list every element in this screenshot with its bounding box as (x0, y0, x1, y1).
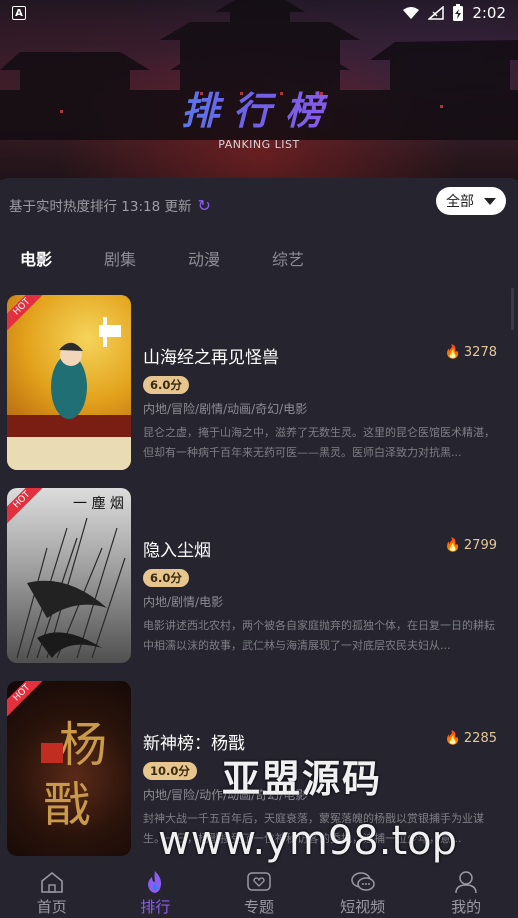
category-filter-dropdown[interactable]: 全部 (436, 187, 506, 215)
chat-bubbles-icon (350, 871, 375, 891)
poster-image[interactable]: 杨 戬 HOT (7, 681, 131, 856)
nav-label: 首页 (36, 897, 67, 916)
scrollbar[interactable] (511, 288, 514, 330)
score-badge: 10.0分 (143, 762, 197, 780)
tab-series[interactable]: 剧集 (104, 246, 136, 270)
caret-down-icon (484, 197, 496, 205)
category-tabs: 电影 剧集 动漫 综艺 (0, 246, 518, 272)
wifi-icon (403, 7, 420, 19)
header-banner: A 2:02 排行榜 PANKING LIST (0, 0, 518, 180)
item-description: 电影讲述西北农村，两个被各自家庭抛弃的孤独个体，在日复一日的耕耘中相濡以沫的故事… (143, 619, 495, 652)
ranking-item[interactable]: 一 塵 烟 HOT 隐入尘烟 🔥 2799 6.0分 内地/剧情/电影 电影讲述西… (7, 488, 507, 664)
item-genres: 内地/冒险/剧情/动画/奇幻/电影 (143, 402, 308, 416)
page-title: 排行榜 (0, 80, 518, 135)
bottom-nav: 首页 排行 专题 短视频 我的 (0, 868, 518, 918)
item-description: 昆仑之虚，掩于山海之中，滋养了无数生灵。这里的昆仑医馆医术精湛，但却有一种病千百… (143, 426, 495, 459)
flame-icon (148, 870, 162, 893)
nav-profile[interactable]: 我的 (414, 868, 518, 918)
poster-title-calligraphy: 杨 (59, 717, 107, 773)
nav-label: 短视频 (340, 897, 386, 916)
status-bar: A 2:02 (0, 0, 518, 26)
watermark-text: 亚盟源码 (222, 757, 383, 801)
update-info: 基于实时热度排行 13:18 更新 ↻ (9, 195, 211, 216)
nav-ranking[interactable]: 排行 (104, 868, 208, 918)
score-badge: 6.0分 (143, 569, 189, 587)
poster-title-calligraphy: 戬 (43, 777, 91, 833)
heart-icon (247, 871, 271, 891)
refresh-icon[interactable]: ↻ (198, 196, 211, 215)
page-subtitle: PANKING LIST (218, 138, 300, 151)
nav-label: 专题 (243, 897, 274, 916)
status-time: 2:02 (472, 4, 506, 22)
watermark-url: www.ym98.top (158, 818, 457, 864)
heat-count: 🔥 3278 (444, 345, 497, 360)
app-badge-icon: A (12, 6, 26, 20)
item-genres: 内地/剧情/电影 (143, 595, 224, 609)
nav-home[interactable]: 首页 (0, 868, 104, 918)
user-icon (455, 870, 477, 893)
score-badge: 6.0分 (143, 376, 189, 394)
nav-short-video[interactable]: 短视频 (311, 868, 415, 918)
filter-selected-label: 全部 (446, 194, 474, 210)
nav-label: 排行 (140, 897, 171, 916)
tab-variety[interactable]: 综艺 (272, 246, 304, 270)
heat-count: 🔥 2799 (444, 538, 497, 553)
flame-icon: 🔥 (444, 731, 461, 746)
update-info-text: 基于实时热度排行 13:18 更新 (9, 199, 192, 215)
tab-movie[interactable]: 电影 (20, 246, 52, 270)
flame-icon: 🔥 (444, 538, 461, 553)
poster-art: 杨 戬 (41, 717, 107, 833)
poster-art (7, 317, 131, 470)
tab-anime[interactable]: 动漫 (188, 246, 220, 270)
poster-image[interactable]: HOT (7, 295, 131, 470)
signal-off-icon (428, 6, 445, 20)
flame-icon: 🔥 (444, 345, 461, 360)
heat-count: 🔥 2285 (444, 731, 497, 746)
nav-label: 我的 (451, 897, 482, 916)
home-icon (40, 871, 63, 893)
poster-title-calligraphy: 一 塵 烟 (73, 495, 124, 512)
poster-image[interactable]: 一 塵 烟 HOT (7, 488, 131, 663)
poster-art: 一 塵 烟 (16, 495, 126, 659)
nav-topics[interactable]: 专题 (207, 868, 311, 918)
battery-charging-icon (453, 4, 464, 21)
ranking-item[interactable]: HOT 山海经之再见怪兽 🔥 3278 6.0分 内地/冒险/剧情/动画/奇幻/电… (7, 295, 507, 471)
